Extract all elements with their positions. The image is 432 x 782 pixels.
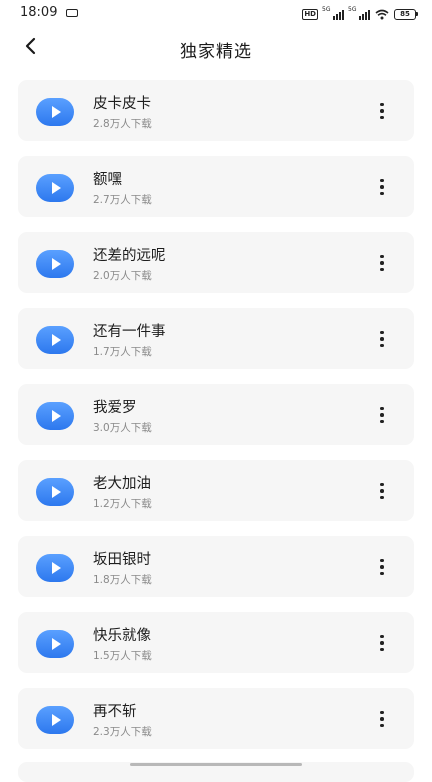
more-dot [380,717,384,721]
more-dot [380,571,384,576]
item-downloads: 2.0万人下载 [93,270,152,282]
item-downloads: 2.3万人下载 [93,726,152,738]
play-icon[interactable] [36,706,74,734]
more-dot [380,641,384,645]
item-title: 我爱罗 [93,400,137,416]
more-dot [380,115,384,120]
play-icon[interactable] [36,630,74,658]
more-options-button[interactable] [372,404,392,426]
wifi-icon [375,9,389,20]
more-dot [380,406,384,411]
signal-icon-sim1: 5G [322,6,344,20]
list-item[interactable]: 还差的远呢 2.0万人下载 [18,232,414,293]
home-indicator[interactable] [130,763,302,766]
more-dot [380,723,384,728]
notification-app-icon [66,9,78,17]
more-dot [380,710,384,715]
item-title: 快乐就像 [93,628,151,644]
more-dot [380,178,384,183]
more-dot [380,565,384,569]
more-dot [380,558,384,563]
more-dot [380,267,384,272]
more-dot [380,495,384,500]
more-options-button[interactable] [372,708,392,730]
more-dot [380,337,384,341]
item-downloads: 2.7万人下载 [93,194,152,206]
more-dot [380,647,384,652]
list-item[interactable]: 还有一件事 1.7万人下载 [18,308,414,369]
more-dot [380,634,384,639]
more-dot [380,185,384,189]
play-icon[interactable] [36,250,74,278]
hd-icon: HD [302,8,318,20]
more-options-button[interactable] [372,556,392,578]
more-dot [380,109,384,113]
signal-sim2-label: 5G [348,6,357,13]
status-time: 18:09 [20,5,58,20]
more-options-button[interactable] [372,480,392,502]
item-title: 还有一件事 [93,324,166,340]
more-dot [380,343,384,348]
item-title: 额嘿 [93,172,122,188]
signal-icon-sim2: 5G [348,6,370,20]
battery-level: 85 [400,9,410,18]
status-icons: HD 5G 5G 85 [302,6,418,22]
play-icon[interactable] [36,98,74,126]
more-options-button[interactable] [372,100,392,122]
more-dot [380,330,384,335]
list-item[interactable]: 我爱罗 3.0万人下载 [18,384,414,445]
list-item[interactable]: 老大加油 1.2万人下载 [18,460,414,521]
more-dot [380,254,384,259]
list-item[interactable]: 额嘿 2.7万人下载 [18,156,414,217]
item-downloads: 1.5万人下载 [93,650,152,662]
play-icon[interactable] [36,478,74,506]
more-options-button[interactable] [372,328,392,350]
list-item[interactable]: 坂田银时 1.8万人下载 [18,536,414,597]
signal-sim1-label: 5G [322,6,331,13]
item-title: 老大加油 [93,476,151,492]
more-options-button[interactable] [372,632,392,654]
list-item[interactable]: 快乐就像 1.5万人下载 [18,612,414,673]
header: 独家精选 [0,28,432,68]
more-dot [380,482,384,487]
status-bar: 18:09 HD 5G 5G 85 [0,0,432,28]
play-icon[interactable] [36,326,74,354]
list-item[interactable]: 再不斩 2.3万人下载 [18,688,414,749]
more-dot [380,489,384,493]
item-downloads: 3.0万人下载 [93,422,152,434]
ringtone-list: 皮卡皮卡 2.8万人下载额嘿 2.7万人下载还差的远呢 2.0万人下载还有一件事 1.7… [18,80,414,764]
play-icon[interactable] [36,174,74,202]
more-dot [380,419,384,424]
item-downloads: 2.8万人下载 [93,118,152,130]
item-downloads: 1.2万人下载 [93,498,152,510]
more-dot [380,261,384,265]
more-dot [380,102,384,107]
more-options-button[interactable] [372,252,392,274]
item-title: 还差的远呢 [93,248,166,264]
list-item[interactable]: 皮卡皮卡 2.8万人下载 [18,80,414,141]
item-title: 皮卡皮卡 [93,96,151,112]
more-dot [380,413,384,417]
play-icon[interactable] [36,402,74,430]
more-options-button[interactable] [372,176,392,198]
battery-icon: 85 [394,8,418,20]
item-title: 再不斩 [93,704,137,720]
page-title: 独家精选 [180,42,252,62]
item-title: 坂田银时 [93,552,151,568]
item-downloads: 1.8万人下载 [93,574,152,586]
play-icon[interactable] [36,554,74,582]
item-downloads: 1.7万人下载 [93,346,152,358]
more-dot [380,191,384,196]
